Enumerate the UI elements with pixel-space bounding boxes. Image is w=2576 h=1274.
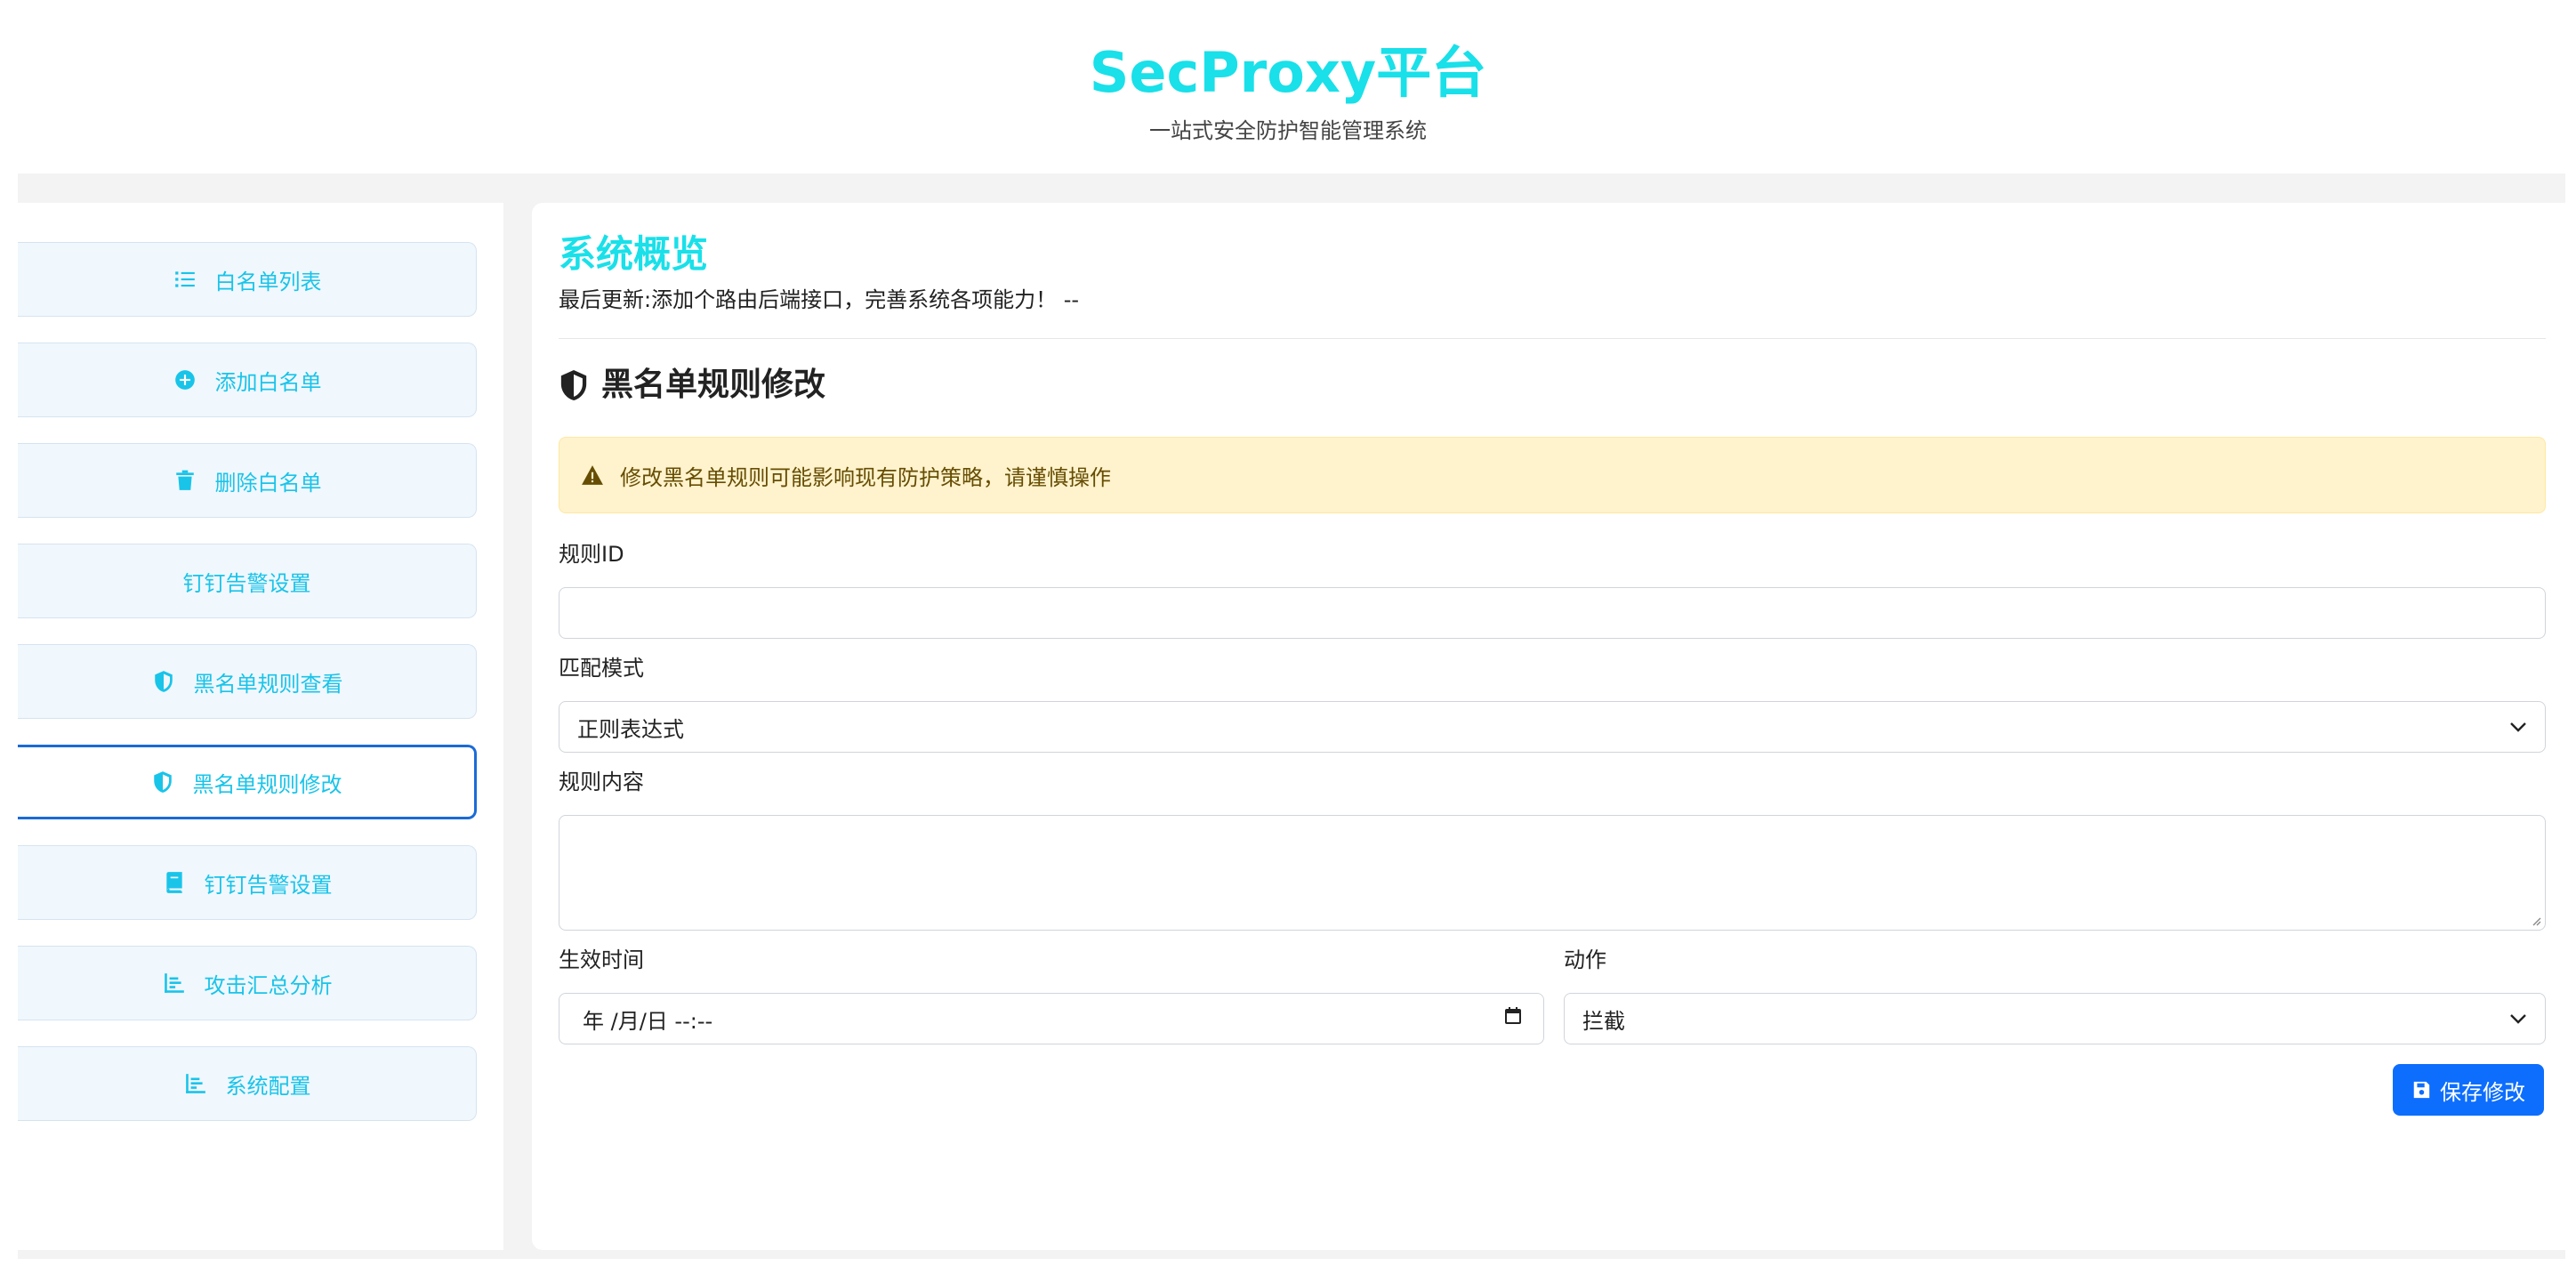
save-icon [2413,1081,2430,1099]
rule-content-textarea[interactable] [559,815,2546,931]
last-update-text: 最后更新:添加个路由后端接口，完善系统各项能力！ -- [559,287,1080,312]
section-title: 黑名单规则修改 [559,363,825,407]
sidebar-item-system-config[interactable]: 系统配置 [18,1046,477,1121]
trash-icon [173,468,197,493]
effective-time-label: 生效时间 [559,947,644,972]
sidebar-item-label: 钉钉告警设置 [182,570,311,596]
sidebar-item-label: 系统配置 [225,1073,311,1099]
page-title: 系统概览 [559,232,709,276]
sidebar-item-blacklist-edit[interactable]: 黑名单规则修改 [18,745,477,819]
rule-id-label: 规则ID [559,542,624,567]
rule-id-input[interactable] [559,587,2546,639]
content-background-bottom [18,1250,2565,1259]
action-value: 拦截 [1582,1008,1625,1034]
sidebar-item-delete-whitelist[interactable]: 删除白名单 [18,443,477,518]
list-icon [173,267,197,292]
sidebar-item-label: 钉钉告警设置 [204,872,333,898]
sidebar-item-dingtalk-alert[interactable]: 钉钉告警设置 [18,544,477,618]
warning-icon [582,465,603,485]
shield-icon [150,770,175,794]
chevron-down-icon [2510,1014,2526,1024]
sidebar-item-label: 删除白名单 [214,470,322,496]
chevron-down-icon [2510,722,2526,732]
bar-chart-icon [162,971,187,996]
sidebar-item-label: 白名单列表 [214,269,322,294]
resize-grip-icon[interactable] [2531,915,2541,926]
effective-time-value: 年 /月/日 --:-- [583,1008,713,1034]
divider [559,338,2546,339]
sidebar-item-dingtalk-alert-2[interactable]: 钉钉告警设置 [18,845,477,920]
sidebar-item-add-whitelist[interactable]: 添加白名单 [18,343,477,417]
warning-text: 修改黑名单规则可能影响现有防护策略，请谨慎操作 [620,464,1111,490]
sidebar-item-label: 添加白名单 [214,369,322,395]
calendar-icon[interactable] [1502,1005,1524,1032]
sidebar: 白名单列表 添加白名单 删除白名单 钉钉告警设置 黑名单规则查看 黑名单规则修改… [18,203,503,1250]
shield-icon [560,370,587,400]
warning-alert: 修改黑名单规则可能影响现有防护策略，请谨慎操作 [559,437,2546,513]
sidebar-item-label: 黑名单规则查看 [193,671,343,697]
sidebar-item-attack-analysis[interactable]: 攻击汇总分析 [18,946,477,1020]
sidebar-item-label: 黑名单规则修改 [192,771,342,797]
save-button[interactable]: 保存修改 [2393,1064,2544,1116]
app-title: SecProxy平台 [1089,40,1487,105]
action-label: 动作 [1564,947,1606,972]
match-mode-value: 正则表达式 [577,716,684,742]
bar-chart-icon [183,1071,208,1096]
sidebar-item-whitelist-list[interactable]: 白名单列表 [18,242,477,317]
sidebar-item-label: 攻击汇总分析 [204,972,333,998]
match-mode-label: 匹配模式 [559,656,644,681]
action-select[interactable]: 拦截 [1564,993,2546,1044]
match-mode-select[interactable]: 正则表达式 [559,701,2546,753]
plus-circle-icon [173,367,197,392]
shield-icon [151,669,176,694]
effective-time-input[interactable]: 年 /月/日 --:-- [559,993,1544,1044]
sidebar-item-blacklist-view[interactable]: 黑名单规则查看 [18,644,477,719]
section-title-text: 黑名单规则修改 [601,367,826,403]
save-button-label: 保存修改 [2440,1079,2525,1105]
app-subtitle: 一站式安全防护智能管理系统 [1149,118,1427,143]
book-icon [162,870,187,895]
main-panel: 系统概览 最后更新:添加个路由后端接口，完善系统各项能力！ -- 黑名单规则修改… [532,203,2576,1250]
page-header: SecProxy平台 一站式安全防护智能管理系统 [0,0,2576,173]
rule-content-label: 规则内容 [559,770,644,794]
